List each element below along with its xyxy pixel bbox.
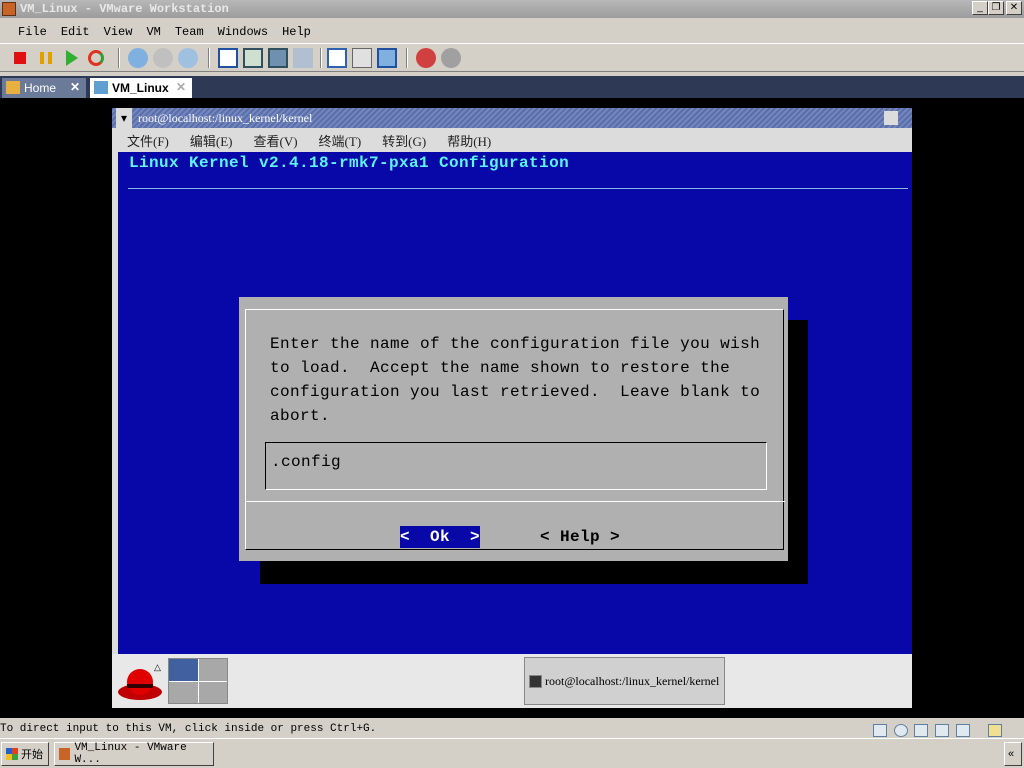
unity-icon[interactable] bbox=[293, 48, 313, 68]
guest-window-title-bar: ▾ root@localhost:/linux_kernel/kernel bbox=[112, 108, 912, 128]
replay-icon[interactable] bbox=[441, 48, 461, 68]
guest-menu-goto[interactable]: 转到(G) bbox=[382, 131, 426, 150]
workspace-3[interactable] bbox=[169, 681, 198, 703]
record-icon[interactable] bbox=[416, 48, 436, 68]
sound-icon[interactable] bbox=[956, 724, 970, 737]
guest-menu-edit[interactable]: 编辑(E) bbox=[190, 131, 233, 150]
reset-icon[interactable] bbox=[88, 50, 104, 66]
tab-label: VM_Linux bbox=[112, 81, 169, 95]
config-title: Linux Kernel v2.4.18-rmk7-pxa1 Configura… bbox=[129, 154, 570, 172]
restore-button[interactable]: ❐ bbox=[988, 1, 1004, 15]
quick-switch-icon[interactable] bbox=[268, 48, 288, 68]
dialog-frame: Enter the name of the configuration file… bbox=[245, 309, 785, 550]
hard-disk-icon[interactable] bbox=[873, 724, 887, 737]
console-icon[interactable] bbox=[352, 48, 372, 68]
tray-collapse-button[interactable]: « bbox=[1004, 742, 1022, 766]
menu-file[interactable]: File bbox=[18, 25, 47, 39]
home-icon bbox=[6, 81, 20, 94]
panel-task-terminal[interactable]: root@localhost:/linux_kernel/kernel bbox=[524, 657, 725, 705]
menu-vm[interactable]: VM bbox=[146, 25, 160, 39]
workspace-4[interactable] bbox=[198, 681, 227, 703]
gnome-panel: △ root@localhost:/linux_kernel/kernel bbox=[112, 654, 912, 708]
menu-windows[interactable]: Windows bbox=[218, 25, 268, 39]
toolbar bbox=[0, 44, 1024, 72]
terminal-icon bbox=[529, 674, 542, 688]
toolbar-separator bbox=[208, 48, 210, 68]
guest-menu-view[interactable]: 查看(V) bbox=[254, 131, 298, 150]
menu-view[interactable]: View bbox=[104, 25, 133, 39]
start-button[interactable]: 开始 bbox=[1, 742, 49, 766]
power-off-icon[interactable] bbox=[14, 52, 26, 64]
vmware-icon bbox=[59, 748, 71, 760]
taskbar-task-label: VM_Linux - VMware W... bbox=[74, 742, 187, 766]
revert-snapshot-icon[interactable] bbox=[153, 48, 173, 68]
toolbar-separator bbox=[406, 48, 408, 68]
taskbar-vmware-button[interactable]: VM_Linux - VMware W... bbox=[54, 742, 214, 766]
config-filename-input[interactable]: .config bbox=[265, 442, 767, 490]
svg-text:△: △ bbox=[154, 662, 161, 672]
vmware-app-icon[interactable] bbox=[2, 2, 16, 16]
window-menu-icon[interactable]: ▾ bbox=[116, 108, 132, 128]
network-icon[interactable] bbox=[935, 724, 949, 737]
guest-window-title: root@localhost:/linux_kernel/kernel bbox=[138, 111, 313, 125]
menu-team[interactable]: Team bbox=[175, 25, 204, 39]
tab-vm-linux[interactable]: VM_Linux ✕ bbox=[90, 78, 192, 98]
window-title-bar: VM_Linux - VMware Workstation bbox=[0, 0, 1024, 18]
cdrom-icon[interactable] bbox=[894, 724, 908, 737]
title-divider bbox=[128, 188, 908, 189]
ok-button[interactable]: < Ok > bbox=[400, 526, 480, 548]
menu-bar: File Edit View VM Team Windows Help bbox=[0, 20, 1024, 44]
guest-menu-bar: 文件(F) 编辑(E) 查看(V) 终端(T) 转到(G) 帮助(H) bbox=[112, 128, 912, 152]
guest-menu-file[interactable]: 文件(F) bbox=[127, 131, 169, 150]
menu-help[interactable]: Help bbox=[282, 25, 311, 39]
load-config-dialog: Enter the name of the configuration file… bbox=[239, 297, 788, 561]
tab-label: Home bbox=[24, 81, 57, 95]
toolbar-separator bbox=[118, 48, 120, 68]
vm-settings-icon[interactable] bbox=[327, 48, 347, 68]
pause-icon[interactable] bbox=[40, 52, 52, 64]
snapshot-icon[interactable] bbox=[128, 48, 148, 68]
help-button[interactable]: < Help > bbox=[540, 526, 620, 548]
terminal-screen[interactable]: Linux Kernel v2.4.18-rmk7-pxa1 Configura… bbox=[118, 152, 912, 654]
minimize-button[interactable]: _ bbox=[972, 1, 988, 15]
guest-minimize-button[interactable] bbox=[884, 111, 898, 125]
menu-edit[interactable]: Edit bbox=[61, 25, 90, 39]
windows-taskbar: 开始 VM_Linux - VMware W... « bbox=[0, 740, 1024, 768]
view-icon[interactable] bbox=[377, 48, 397, 68]
fullscreen-icon[interactable] bbox=[243, 48, 263, 68]
guest-menu-terminal[interactable]: 终端(T) bbox=[319, 131, 362, 150]
redhat-menu-icon[interactable]: △ bbox=[116, 662, 164, 702]
close-tab-icon[interactable]: ✕ bbox=[70, 80, 80, 94]
windows-logo-icon bbox=[6, 748, 18, 760]
toolbar-separator bbox=[320, 48, 322, 68]
status-text: To direct input to this VM, click inside… bbox=[0, 723, 377, 735]
floppy-icon[interactable] bbox=[914, 724, 928, 737]
window-title: VM_Linux - VMware Workstation bbox=[20, 2, 229, 16]
vm-icon bbox=[94, 81, 108, 94]
tab-home[interactable]: Home ✕ bbox=[2, 78, 86, 98]
guest-terminal-window: ▾ root@localhost:/linux_kernel/kernel 文件… bbox=[112, 108, 912, 708]
dialog-divider bbox=[246, 501, 785, 502]
dialog-message: Enter the name of the configuration file… bbox=[270, 335, 761, 425]
guest-menu-help[interactable]: 帮助(H) bbox=[447, 131, 491, 150]
workspace-pager[interactable] bbox=[168, 658, 228, 704]
start-label: 开始 bbox=[21, 749, 43, 761]
close-button[interactable]: ✕ bbox=[1006, 1, 1022, 15]
message-log-icon[interactable] bbox=[988, 724, 1002, 737]
play-icon[interactable] bbox=[66, 50, 78, 66]
workspace-1[interactable] bbox=[169, 659, 198, 681]
workspace-2[interactable] bbox=[198, 659, 227, 681]
status-bar: To direct input to this VM, click inside… bbox=[0, 720, 1024, 739]
panel-task-label: root@localhost:/linux_kernel/kernel bbox=[545, 673, 720, 688]
sidebar-view-icon[interactable] bbox=[218, 48, 238, 68]
close-tab-icon[interactable]: ✕ bbox=[176, 80, 186, 94]
tab-bar: Home ✕ VM_Linux ✕ bbox=[0, 76, 1024, 98]
snapshot-manager-icon[interactable] bbox=[178, 48, 198, 68]
